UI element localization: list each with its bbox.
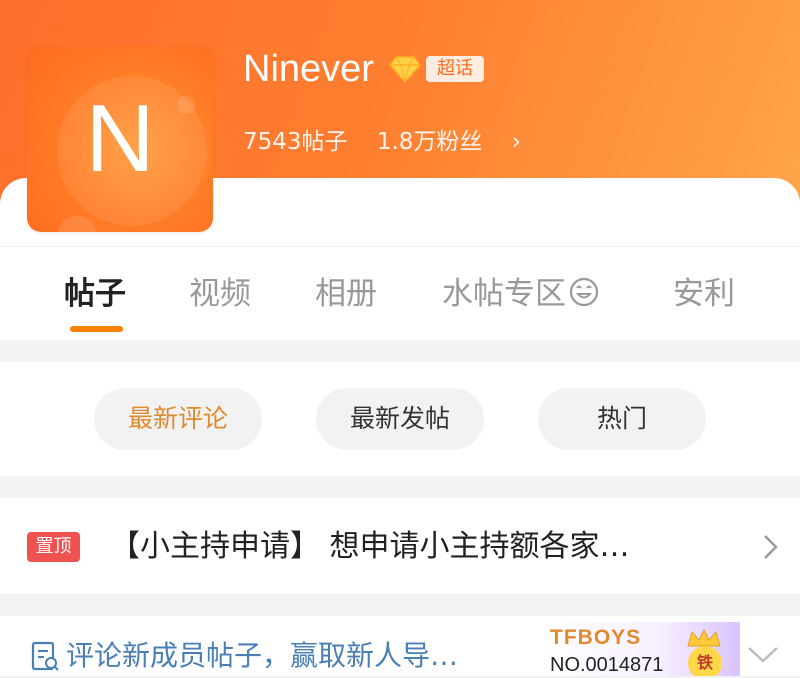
- chevron-right-icon[interactable]: [756, 532, 786, 562]
- topic-stats[interactable]: 7543帖子 1.8万粉丝 ›: [243, 126, 521, 158]
- topic-title: Ninever: [243, 48, 374, 90]
- chevron-right-icon: ›: [511, 129, 521, 155]
- sort-latest-comment[interactable]: 最新评论: [94, 388, 262, 450]
- fan-badge-name: TFBOYS: [550, 626, 642, 649]
- pinned-badge: 置顶: [27, 532, 80, 562]
- fans-count: 1.8万粉丝: [376, 129, 483, 155]
- tab-recommend[interactable]: 安利: [673, 262, 735, 326]
- tab-water-posts[interactable]: 水帖专区: [442, 262, 600, 326]
- chevron-down-icon[interactable]: [746, 644, 780, 664]
- posts-count: 7543帖子: [243, 129, 348, 155]
- tab-videos[interactable]: 视频: [189, 262, 251, 326]
- diamond-icon: [389, 56, 421, 84]
- sort-hot[interactable]: 热门: [538, 388, 706, 450]
- fan-badge-level: 铁: [688, 646, 722, 676]
- tab-albums[interactable]: 相册: [315, 262, 377, 326]
- tab-posts[interactable]: 帖子: [64, 262, 126, 326]
- super-topic-badge: 超话: [426, 56, 484, 82]
- sort-latest-post[interactable]: 最新发帖: [316, 388, 484, 450]
- tab-water-posts-label: 水帖专区: [442, 276, 566, 312]
- topic-avatar[interactable]: N: [27, 46, 213, 232]
- fan-badge-number: NO.0014871: [550, 654, 664, 676]
- pinned-post-title[interactable]: 【小主持申请】 想申请小主持额各家…: [110, 522, 630, 572]
- tab-bar: 帖子 视频 相册 水帖专区 安利: [0, 262, 800, 332]
- laugh-cry-icon: [569, 277, 599, 307]
- fan-badge[interactable]: TFBOYS NO.0014871 铁: [540, 622, 740, 676]
- note-icon: [31, 641, 59, 671]
- active-tab-indicator: [70, 326, 123, 332]
- divider: [0, 246, 800, 247]
- crown-icon: [687, 628, 721, 647]
- avatar-letter: N: [85, 85, 155, 192]
- notice-text[interactable]: 评论新成员帖子，赢取新人导…: [66, 634, 458, 678]
